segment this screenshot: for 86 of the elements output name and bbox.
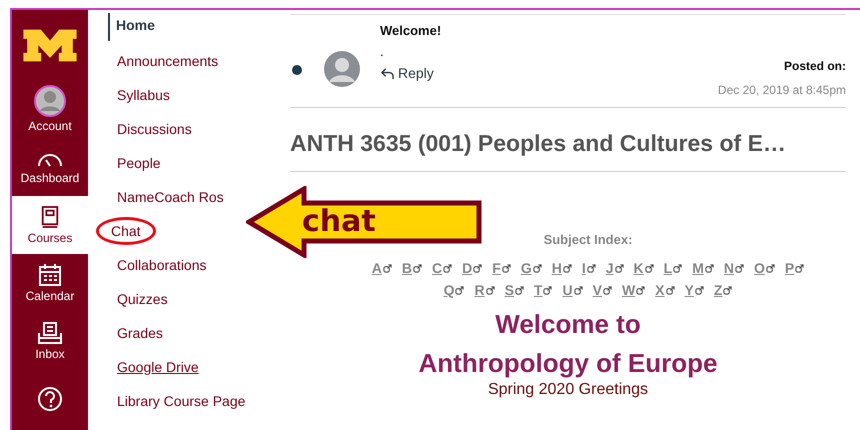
index-letter-link[interactable]: K: [634, 257, 654, 279]
reply-icon: [380, 66, 395, 80]
external-link-icon: [694, 286, 704, 294]
reply-link[interactable]: Reply: [380, 65, 718, 81]
welcome-heading: Welcome to: [494, 309, 642, 340]
external-link-icon: [735, 264, 744, 272]
course-nav-link[interactable]: Chat: [96, 217, 156, 245]
m-logo-icon: [22, 28, 78, 62]
course-nav-link[interactable]: Google Drive: [108, 354, 208, 380]
help-icon: [37, 386, 63, 412]
user-avatar-icon: [34, 85, 66, 117]
calendar-icon: [38, 263, 62, 287]
book-icon: [40, 205, 60, 229]
announcement-body: .: [380, 44, 385, 59]
global-nav-item[interactable]: Account: [12, 80, 88, 138]
external-link-icon: [514, 286, 524, 294]
index-letter-link[interactable]: N: [724, 257, 744, 279]
course-nav-link[interactable]: Discussions: [108, 116, 201, 142]
external-link-icon: [382, 264, 392, 272]
global-nav-item[interactable]: Inbox: [12, 312, 88, 370]
course-nav-link[interactable]: NameCoach Ros: [108, 184, 233, 210]
external-link-icon: [443, 264, 452, 272]
course-nav-link[interactable]: Announcements: [108, 48, 228, 74]
index-letter-link[interactable]: I: [582, 257, 596, 279]
external-link-icon: [574, 286, 583, 294]
course-nav-link[interactable]: Collaborations: [108, 252, 216, 278]
index-letter-link[interactable]: C: [432, 257, 452, 279]
avatar-icon: [324, 51, 360, 87]
global-nav-item[interactable]: Calendar: [12, 254, 88, 312]
global-nav-item[interactable]: Dashboard: [12, 138, 88, 196]
external-link-icon: [413, 264, 422, 272]
external-link-icon: [636, 286, 646, 294]
announcement-title[interactable]: Welcome!: [380, 23, 718, 38]
course-nav-link[interactable]: Library Course Page: [108, 388, 254, 414]
external-link-icon: [766, 264, 775, 272]
course-nav-link[interactable]: Home: [108, 13, 161, 41]
course-nav-link[interactable]: People: [108, 150, 170, 176]
index-letter-link[interactable]: F: [492, 257, 511, 279]
inbox-icon: [37, 321, 63, 345]
external-link-icon: [666, 286, 675, 294]
index-letter-link[interactable]: X: [655, 279, 675, 301]
index-letter-link[interactable]: V: [592, 279, 612, 301]
index-letter-link[interactable]: Q: [444, 279, 464, 301]
index-letter-link[interactable]: A: [372, 257, 392, 279]
course-nav-link[interactable]: Syllabus: [108, 82, 179, 108]
external-link-icon: [614, 264, 624, 272]
external-link-icon: [644, 264, 654, 272]
global-nav-item[interactable]: Courses: [12, 196, 88, 254]
index-letter-link[interactable]: Y: [684, 279, 704, 301]
arrow-label: chat: [302, 205, 376, 239]
index-letter-link[interactable]: R: [474, 279, 495, 301]
index-letter-link[interactable]: J: [606, 257, 624, 279]
index-letter-link[interactable]: S: [504, 279, 524, 301]
course-nav-link[interactable]: Grades: [108, 320, 172, 346]
welcome-heading: Anthropology of Europe: [418, 348, 718, 379]
index-letter-link[interactable]: L: [664, 257, 682, 279]
external-link-icon: [602, 286, 612, 294]
subject-index-label: Subject Index:: [544, 232, 632, 247]
course-nav-link[interactable]: Quizzes: [108, 286, 177, 312]
index-letter-link[interactable]: D: [462, 257, 482, 279]
external-link-icon: [673, 264, 682, 272]
external-link-icon: [532, 264, 542, 272]
index-letter-link[interactable]: M: [692, 257, 714, 279]
external-link-icon: [586, 264, 596, 272]
course-title: ANTH 3635 (001) Peoples and Cultures of E…: [290, 108, 846, 172]
index-letter-link[interactable]: Z: [714, 279, 732, 301]
external-link-icon: [543, 286, 552, 294]
external-link-icon: [704, 264, 714, 272]
index-letter-link[interactable]: H: [552, 257, 572, 279]
index-letter-link[interactable]: B: [402, 257, 422, 279]
posted-date: Dec 20, 2019 at 8:45pm: [718, 83, 846, 97]
index-letter-link[interactable]: W: [622, 279, 646, 301]
external-link-icon: [795, 264, 804, 272]
external-link-icon: [502, 264, 511, 272]
greeting-text: Spring 2020 Greetings: [486, 381, 650, 399]
external-link-icon: [473, 264, 482, 272]
index-letter-link[interactable]: P: [784, 257, 804, 279]
posted-label: Posted on:: [783, 59, 846, 73]
external-link-icon: [455, 286, 464, 294]
external-link-icon: [486, 286, 495, 294]
index-letter-link[interactable]: T: [534, 279, 552, 301]
external-link-icon: [723, 286, 732, 294]
index-letter-link[interactable]: U: [562, 279, 583, 301]
index-letter-link[interactable]: O: [754, 257, 775, 279]
index-letter-link[interactable]: G: [520, 257, 542, 279]
external-link-icon: [562, 264, 572, 272]
